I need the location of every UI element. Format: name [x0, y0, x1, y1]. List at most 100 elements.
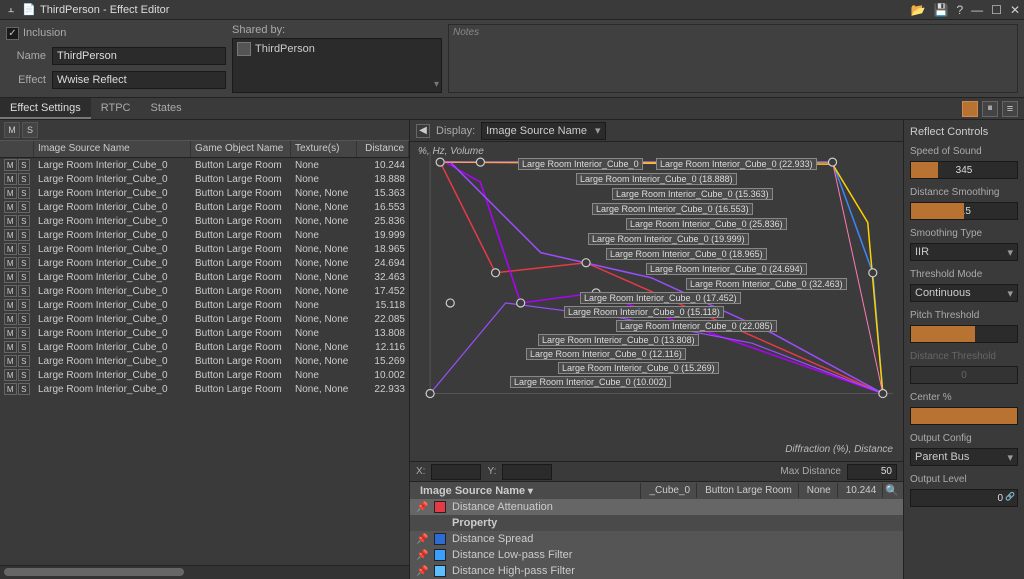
inclusion-checkbox[interactable]: ✓	[6, 27, 19, 40]
mute-button[interactable]: M	[4, 383, 17, 395]
solo-button[interactable]: S	[18, 327, 31, 339]
shared-item[interactable]: ThirdPerson	[235, 41, 439, 57]
threshold-mode-select[interactable]: Continuous▾	[910, 284, 1018, 302]
filter-name-col[interactable]: Image Source Name ▾	[414, 483, 641, 499]
col-gameobject[interactable]: Game Object Name	[191, 141, 291, 157]
tab-states[interactable]: States	[140, 98, 191, 119]
mute-button[interactable]: M	[4, 229, 17, 241]
mute-button[interactable]: M	[4, 285, 17, 297]
horizontal-scrollbar[interactable]	[0, 565, 409, 579]
prop-distance-highpass[interactable]: 📌 Distance High-pass Filter	[410, 563, 903, 579]
solo-button[interactable]: S	[18, 187, 31, 199]
color-swatch[interactable]	[434, 549, 446, 561]
speed-of-sound-field[interactable]: 345	[910, 161, 1018, 179]
solo-button[interactable]: S	[18, 355, 31, 367]
solo-button[interactable]: S	[18, 229, 31, 241]
col-distance[interactable]: Distance	[357, 141, 409, 157]
name-field[interactable]	[52, 47, 226, 65]
mute-button[interactable]: M	[4, 243, 17, 255]
pin-icon[interactable]: 📌	[416, 502, 428, 513]
table-row[interactable]: MSLarge Room Interior_Cube_0Button Large…	[0, 284, 409, 298]
solo-button[interactable]: S	[18, 271, 31, 283]
prop-distance-spread[interactable]: 📌 Distance Spread	[410, 531, 903, 547]
output-config-select[interactable]: Parent Bus▾	[910, 448, 1018, 466]
link-icon[interactable]: 🔗	[1005, 492, 1015, 501]
solo-all-button[interactable]: S	[22, 122, 38, 138]
max-distance-field[interactable]	[847, 464, 897, 480]
maximize-icon[interactable]: ☐	[991, 3, 1002, 17]
col-textures[interactable]: Texture(s)	[291, 141, 357, 157]
pitch-threshold-field[interactable]: 2400	[910, 325, 1018, 343]
table-row[interactable]: MSLarge Room Interior_Cube_0Button Large…	[0, 270, 409, 284]
table-row[interactable]: MSLarge Room Interior_Cube_0Button Large…	[0, 172, 409, 186]
color-swatch[interactable]	[434, 565, 446, 577]
table-row[interactable]: MSLarge Room Interior_Cube_0Button Large…	[0, 228, 409, 242]
mute-button[interactable]: M	[4, 299, 17, 311]
table-row[interactable]: MSLarge Room Interior_Cube_0Button Large…	[0, 158, 409, 172]
solo-button[interactable]: S	[18, 215, 31, 227]
y-field[interactable]	[502, 464, 552, 480]
pause-button[interactable]: ⏸	[982, 101, 998, 117]
color-swatch[interactable]	[434, 501, 446, 513]
mute-button[interactable]: M	[4, 369, 17, 381]
mute-button[interactable]: M	[4, 159, 17, 171]
table-row[interactable]: MSLarge Room Interior_Cube_0Button Large…	[0, 242, 409, 256]
filter-cube[interactable]: _Cube_0	[643, 483, 697, 498]
pin-icon[interactable]: ⫠	[4, 3, 18, 17]
tab-rtpc[interactable]: RTPC	[91, 98, 141, 119]
notes-field[interactable]: Notes	[448, 24, 1018, 93]
distance-smoothing-field[interactable]: 0.5	[910, 202, 1018, 220]
mute-button[interactable]: M	[4, 271, 17, 283]
table-row[interactable]: MSLarge Room Interior_Cube_0Button Large…	[0, 200, 409, 214]
pin-icon[interactable]: 📌	[416, 566, 428, 577]
mute-button[interactable]: M	[4, 257, 17, 269]
solo-button[interactable]: S	[18, 285, 31, 297]
mute-button[interactable]: M	[4, 341, 17, 353]
table-row[interactable]: MSLarge Room Interior_Cube_0Button Large…	[0, 256, 409, 270]
mute-button[interactable]: M	[4, 355, 17, 367]
solo-button[interactable]: S	[18, 383, 31, 395]
solo-button[interactable]: S	[18, 243, 31, 255]
filter-dist[interactable]: 10.244	[840, 483, 884, 498]
prop-distance-lowpass[interactable]: 📌 Distance Low-pass Filter	[410, 547, 903, 563]
table-row[interactable]: MSLarge Room Interior_Cube_0Button Large…	[0, 312, 409, 326]
curve-graph[interactable]: %, Hz, Volume Diffraction (%), Distance	[410, 142, 903, 461]
open-icon[interactable]: 📂	[911, 3, 926, 17]
pin-icon[interactable]: 📌	[416, 550, 428, 561]
mute-button[interactable]: M	[4, 327, 17, 339]
bypass-toggle[interactable]	[962, 101, 978, 117]
smoothing-type-select[interactable]: IIR▾	[910, 243, 1018, 261]
table-row[interactable]: MSLarge Room Interior_Cube_0Button Large…	[0, 354, 409, 368]
table-row[interactable]: MSLarge Room Interior_Cube_0Button Large…	[0, 382, 409, 396]
center-pct-field[interactable]: 100	[910, 407, 1018, 425]
solo-button[interactable]: S	[18, 173, 31, 185]
search-icon[interactable]: 🔍	[885, 484, 899, 497]
mute-button[interactable]: M	[4, 173, 17, 185]
solo-button[interactable]: S	[18, 159, 31, 171]
table-row[interactable]: MSLarge Room Interior_Cube_0Button Large…	[0, 186, 409, 200]
save-icon[interactable]: 💾	[934, 3, 949, 17]
solo-button[interactable]: S	[18, 341, 31, 353]
solo-button[interactable]: S	[18, 201, 31, 213]
mute-button[interactable]: M	[4, 187, 17, 199]
settings-button[interactable]: ≡	[1002, 101, 1018, 117]
mute-button[interactable]: M	[4, 215, 17, 227]
table-row[interactable]: MSLarge Room Interior_Cube_0Button Large…	[0, 368, 409, 382]
table-row[interactable]: MSLarge Room Interior_Cube_0Button Large…	[0, 340, 409, 354]
expand-left-button[interactable]: ◀	[416, 124, 430, 138]
table-row[interactable]: MSLarge Room Interior_Cube_0Button Large…	[0, 298, 409, 312]
col-name[interactable]: Image Source Name	[34, 141, 191, 157]
table-row[interactable]: MSLarge Room Interior_Cube_0Button Large…	[0, 326, 409, 340]
close-icon[interactable]: ✕	[1010, 3, 1020, 17]
x-field[interactable]	[431, 464, 481, 480]
color-swatch[interactable]	[434, 533, 446, 545]
tab-effect-settings[interactable]: Effect Settings	[0, 98, 91, 119]
filter-tex[interactable]: None	[801, 483, 838, 498]
display-select[interactable]: Image Source Name ▾	[481, 122, 605, 140]
output-level-field[interactable]: 0 🔗	[910, 489, 1018, 507]
mute-button[interactable]: M	[4, 313, 17, 325]
shared-by-list[interactable]: ThirdPerson ▾	[232, 38, 442, 93]
prop-distance-attenuation[interactable]: 📌 Distance Attenuation	[410, 499, 903, 515]
solo-button[interactable]: S	[18, 369, 31, 381]
solo-button[interactable]: S	[18, 313, 31, 325]
